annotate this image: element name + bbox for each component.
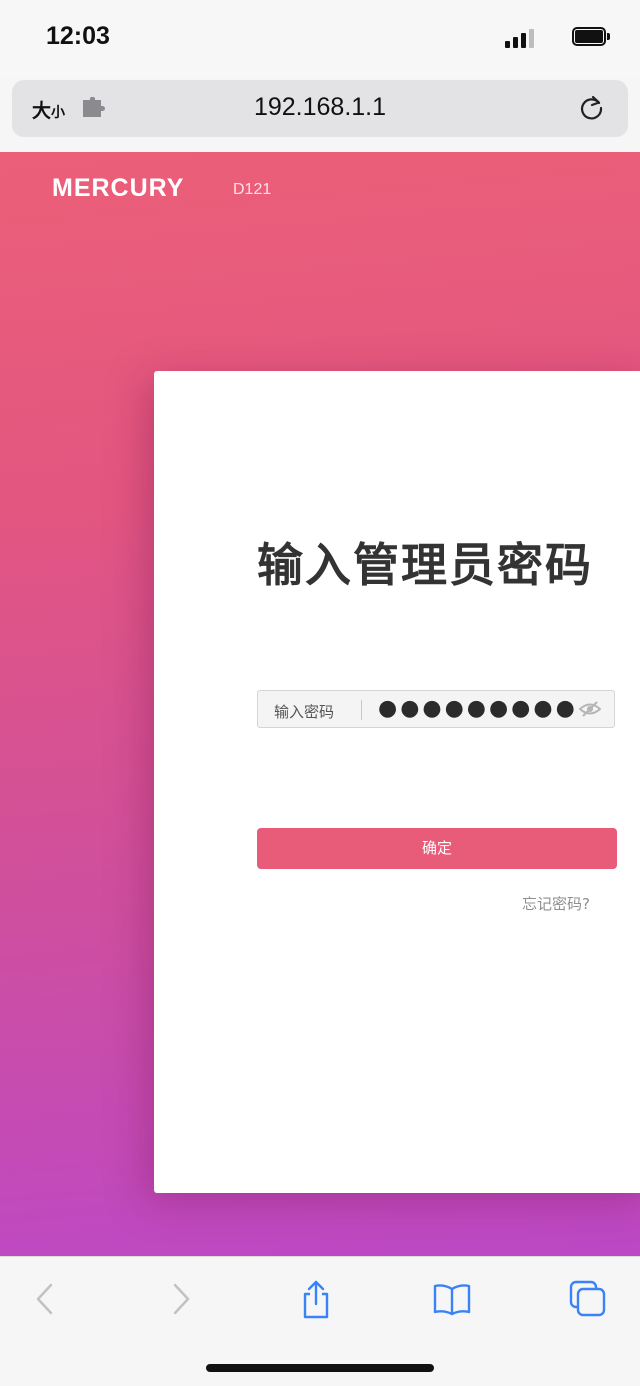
- page-title: 输入管理员密码: [257, 538, 593, 592]
- password-divider: [361, 700, 362, 720]
- book-icon[interactable]: [432, 1279, 472, 1319]
- brand-logo: MERCURY: [52, 174, 185, 202]
- home-indicator: [206, 1364, 434, 1372]
- battery-icon: [572, 27, 610, 48]
- model-label: D121: [233, 181, 272, 198]
- chevron-left-icon[interactable]: [24, 1279, 64, 1319]
- password-field[interactable]: 输入密码 ●●●●●●●●●: [257, 690, 615, 728]
- eye-hidden-icon[interactable]: [579, 700, 601, 718]
- password-input[interactable]: ●●●●●●●●●: [378, 696, 578, 721]
- chevron-right-icon[interactable]: [162, 1279, 202, 1319]
- status-time: 12:03: [46, 22, 110, 50]
- address-bar[interactable]: 大小 192.168.1.1: [12, 80, 628, 137]
- reload-icon[interactable]: [578, 94, 606, 122]
- share-icon[interactable]: [296, 1279, 336, 1319]
- status-bar: 12:03: [0, 0, 640, 78]
- forgot-password-link[interactable]: 忘记密码?: [522, 893, 590, 914]
- signal-icon: [505, 28, 535, 48]
- password-label: 输入密码: [274, 703, 335, 721]
- tabs-icon[interactable]: [568, 1279, 608, 1319]
- url-text[interactable]: 192.168.1.1: [12, 93, 628, 122]
- submit-button[interactable]: 确定: [257, 828, 617, 869]
- login-card: 输入管理员密码 输入密码 ●●●●●●●●● 确定 忘记密码?: [154, 371, 640, 1193]
- router-login-page: MERCURY D121 输入管理员密码 输入密码 ●●●●●●●●● 确定 忘…: [0, 152, 640, 1256]
